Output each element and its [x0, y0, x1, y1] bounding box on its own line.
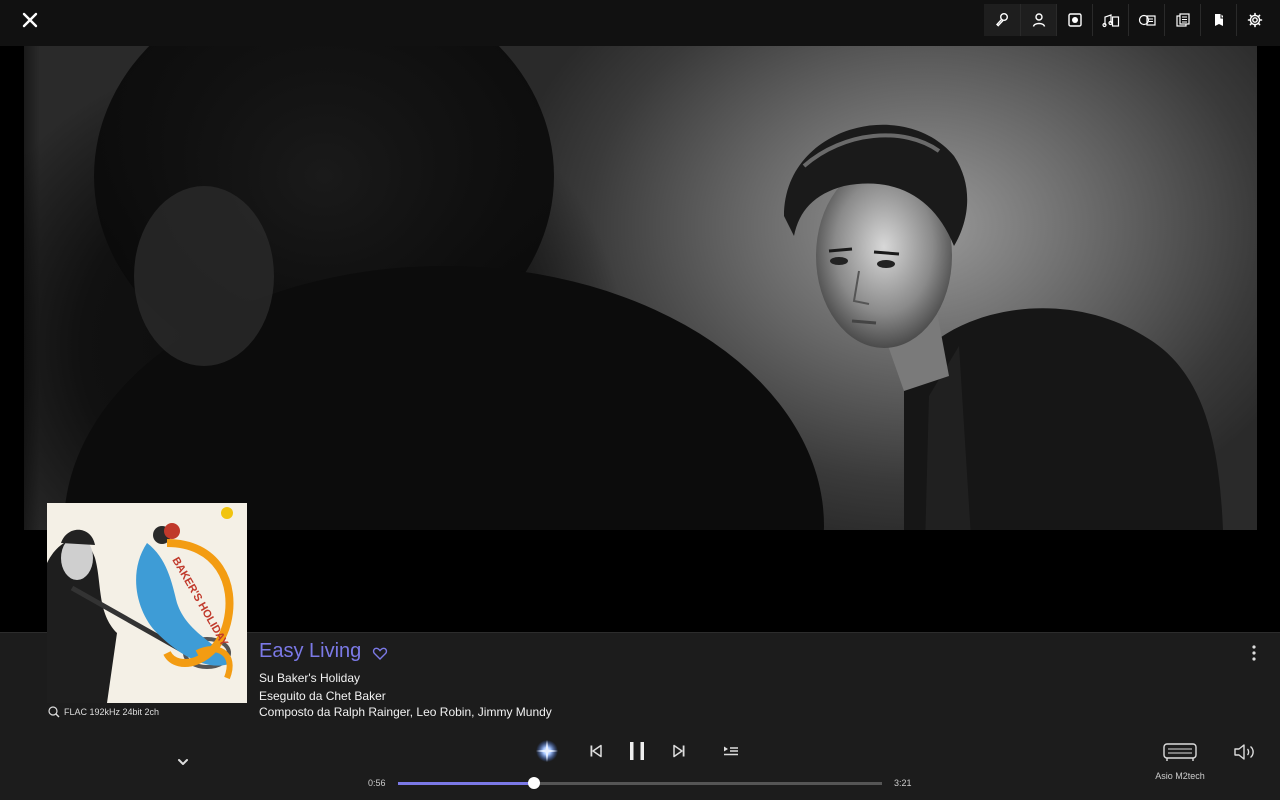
volume-icon — [1234, 744, 1254, 760]
composer-line[interactable]: Composto da Ralph Rainger, Leo Robin, Ji… — [259, 705, 552, 719]
lyrics-icon — [1175, 13, 1190, 27]
close-icon — [22, 12, 38, 28]
microphone-icon — [996, 13, 1008, 27]
more-options-button[interactable] — [1246, 643, 1262, 663]
performer-button[interactable] — [1020, 4, 1056, 36]
audio-quality-label: FLAC 192kHz 24bit 2ch — [64, 707, 160, 717]
pause-button[interactable] — [622, 736, 652, 766]
pause-icon — [630, 742, 644, 760]
skip-previous-icon — [590, 744, 602, 758]
performer-line[interactable]: Eseguito da Chet Baker — [259, 689, 386, 703]
favorite-button[interactable] — [372, 645, 390, 663]
album-cover[interactable]: BAKER'S HOLIDAY — [47, 503, 247, 703]
album-line[interactable]: Su Baker's Holiday — [259, 671, 360, 685]
progress-handle[interactable] — [527, 777, 540, 789]
more-vertical-icon — [1252, 645, 1256, 661]
audio-quality: FLAC 192kHz 24bit 2ch — [48, 706, 159, 718]
queue-icon — [724, 746, 738, 756]
quality-magnify-icon — [48, 706, 60, 718]
chevron-down-icon — [178, 759, 188, 765]
settings-button[interactable] — [1236, 4, 1272, 36]
next-button[interactable] — [664, 736, 694, 766]
booklet-button[interactable] — [1200, 4, 1236, 36]
output-device-button[interactable]: Asio M2tech — [1148, 740, 1212, 781]
elapsed-time: 0:56 — [368, 778, 386, 788]
output-device-label: Asio M2tech — [1155, 771, 1205, 781]
album-cover-art: BAKER'S HOLIDAY — [47, 503, 247, 703]
progress-fill — [398, 782, 534, 785]
collapse-button[interactable] — [174, 754, 192, 770]
credits-button[interactable] — [1128, 4, 1164, 36]
music-notes-icon — [1101, 14, 1119, 28]
top-toolbar — [984, 4, 1272, 36]
track-info-button[interactable] — [1092, 4, 1128, 36]
skip-next-icon — [673, 744, 685, 758]
radio-sparkle-icon — [536, 740, 558, 762]
bookmark-icon — [1214, 14, 1223, 26]
top-bar — [0, 0, 1280, 46]
track-title[interactable]: Easy Living — [259, 640, 361, 663]
album-icon — [1067, 13, 1082, 27]
volume-button[interactable] — [1233, 742, 1259, 764]
queue-button[interactable] — [716, 736, 746, 766]
heart-icon — [372, 647, 388, 660]
progress-bar[interactable] — [398, 777, 882, 789]
artist-button[interactable] — [984, 4, 1020, 36]
radio-button[interactable] — [532, 736, 562, 766]
lyrics-button[interactable] — [1164, 4, 1200, 36]
album-info-button[interactable] — [1056, 4, 1092, 36]
gear-icon — [1247, 12, 1262, 28]
total-time: 3:21 — [894, 778, 912, 788]
previous-button[interactable] — [581, 736, 611, 766]
close-button[interactable] — [14, 4, 46, 36]
speaker-output-icon — [1163, 743, 1197, 761]
credits-icon — [1138, 14, 1156, 26]
person-icon — [1032, 13, 1045, 27]
photo-fade-left — [0, 46, 40, 632]
